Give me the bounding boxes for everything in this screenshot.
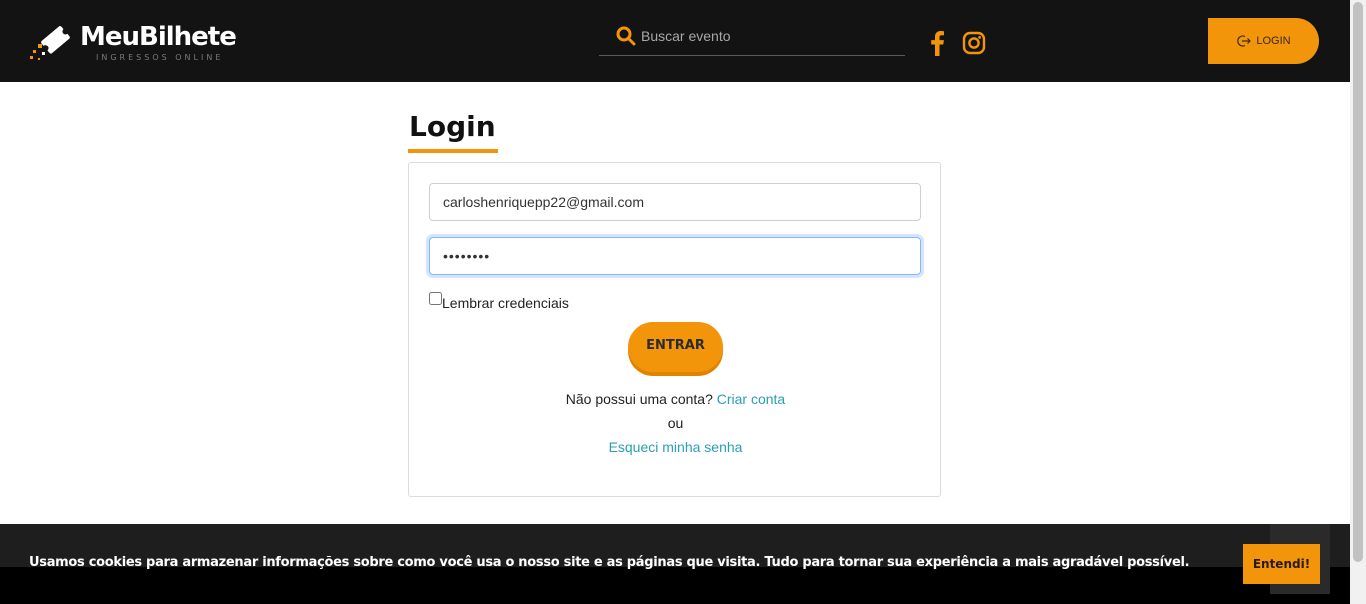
login-icon [1237,35,1252,47]
no-account-text: Não possui uma conta? [565,391,713,407]
site-header: MeuBilhete INGRESSOS ONLINE LOGIN [0,0,1350,82]
login-card: Lembrar credenciais ENTRAR Não possui um… [408,162,941,497]
email-field[interactable] [429,183,921,221]
logo-subtitle: INGRESSOS ONLINE [96,53,224,62]
forgot-password-row: Esqueci minha senha [409,439,942,455]
header-login-button[interactable]: LOGIN [1208,18,1319,64]
remember-checkbox[interactable] [429,292,442,305]
remember-label[interactable]: Lembrar credenciais [442,295,569,311]
search-input[interactable] [641,24,891,48]
cookie-accept-button[interactable]: Entendi! [1243,544,1320,584]
logo-ticket-icon [30,26,70,60]
header-login-label: LOGIN [1256,35,1291,47]
search-bar [599,20,905,56]
facebook-icon[interactable] [928,30,946,56]
title-underline [408,149,498,153]
signup-prompt: Não possui uma conta? Criar conta [409,391,942,407]
password-field[interactable] [429,237,921,275]
remember-credentials: Lembrar credenciais [429,291,569,311]
search-icon[interactable] [616,26,636,46]
cookie-banner [0,567,1350,604]
site-logo[interactable]: MeuBilhete INGRESSOS ONLINE [30,20,240,66]
forgot-password-link[interactable]: Esqueci minha senha [609,439,743,455]
instagram-icon[interactable] [962,31,986,55]
scrollbar-thumb[interactable] [1353,2,1363,562]
submit-button[interactable]: ENTRAR [628,322,723,372]
page-title: Login [409,110,496,143]
logo-text: MeuBilhete [80,22,237,52]
or-separator: ou [667,415,684,431]
create-account-link[interactable]: Criar conta [717,391,785,407]
cookie-text: Usamos cookies para armazenar informaçõe… [29,555,1190,570]
scrollbar[interactable] [1350,0,1366,604]
